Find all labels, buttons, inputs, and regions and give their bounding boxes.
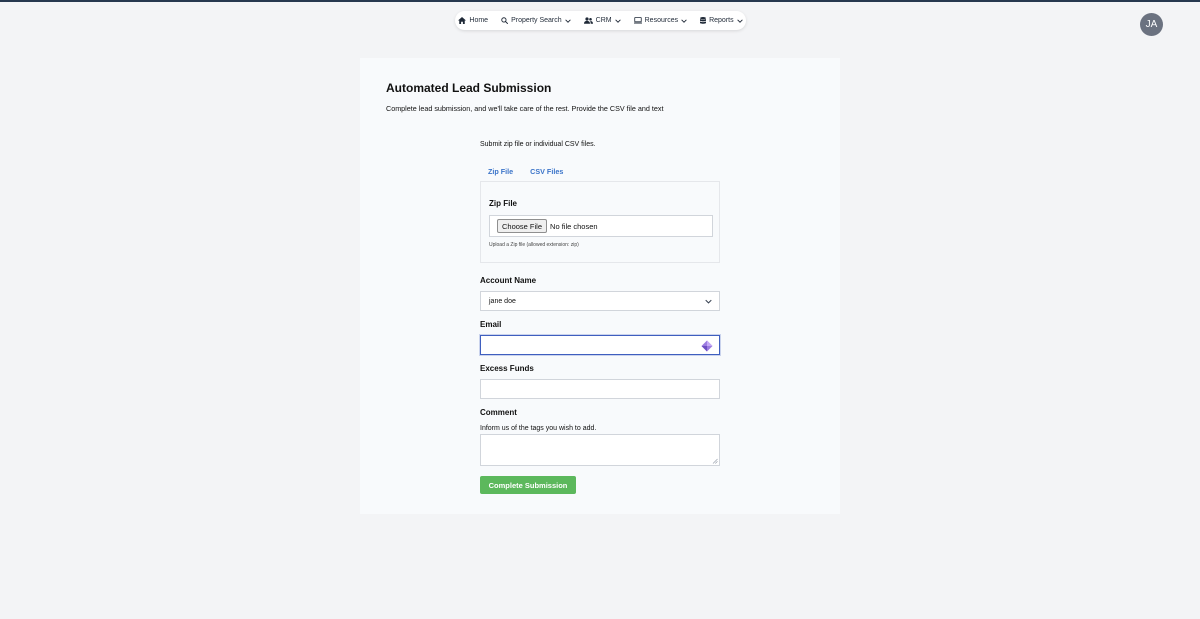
page-subtitle: Complete lead submission, and we'll take… bbox=[386, 104, 664, 113]
nav-resources[interactable]: Resources bbox=[633, 17, 687, 24]
chevron-down-icon bbox=[681, 18, 687, 23]
upload-tabs: Zip File CSV Files bbox=[488, 167, 563, 176]
chevron-down-icon bbox=[564, 18, 571, 23]
tab-csv-files[interactable]: CSV Files bbox=[530, 167, 563, 176]
resize-grip-icon[interactable] bbox=[712, 458, 718, 464]
nav-crm-label: CRM bbox=[595, 17, 612, 24]
user-avatar[interactable]: JA bbox=[1140, 13, 1163, 36]
zip-upload-panel: Zip File Choose File No file chosen Uplo… bbox=[480, 181, 720, 263]
excess-funds-field[interactable] bbox=[480, 379, 720, 399]
email-label: Email bbox=[480, 320, 502, 329]
nav-crm[interactable]: CRM bbox=[583, 17, 621, 24]
zip-file-input[interactable]: Choose File No file chosen bbox=[489, 215, 713, 237]
users-icon bbox=[583, 17, 593, 24]
account-name-value: jane doe bbox=[489, 297, 516, 305]
nav-home[interactable]: Home bbox=[458, 17, 488, 24]
nav-reports[interactable]: Reports bbox=[700, 17, 743, 24]
choose-file-button[interactable]: Choose File bbox=[497, 219, 548, 233]
account-name-select[interactable]: jane doe bbox=[480, 291, 720, 311]
zip-file-help: Upload a Zip file (allowed extension: zi… bbox=[489, 242, 579, 248]
top-accent-bar bbox=[0, 0, 1200, 2]
nav-reports-label: Reports bbox=[709, 17, 734, 24]
nav-resources-label: Resources bbox=[644, 17, 679, 24]
main-navigation: Home Property Search CRM Resources Repor… bbox=[455, 11, 746, 30]
comment-textarea[interactable] bbox=[480, 434, 720, 466]
upload-hint: Submit zip file or individual CSV files. bbox=[480, 141, 596, 148]
chevron-down-icon bbox=[614, 18, 621, 23]
nav-property-search-label: Property Search bbox=[511, 17, 562, 24]
excess-funds-label: Excess Funds bbox=[480, 364, 534, 373]
chevron-down-icon bbox=[705, 299, 712, 304]
avatar-initials: JA bbox=[1145, 19, 1158, 30]
page-title: Automated Lead Submission bbox=[386, 81, 552, 95]
monitor-icon bbox=[633, 17, 642, 24]
nav-home-label: Home bbox=[469, 17, 489, 24]
comment-label: Comment bbox=[480, 408, 517, 417]
comment-help: Inform us of the tags you wish to add. bbox=[480, 425, 597, 432]
complete-submission-button[interactable]: Complete Submission bbox=[480, 476, 576, 494]
email-field[interactable] bbox=[480, 335, 720, 355]
home-icon bbox=[458, 17, 467, 24]
nav-property-search[interactable]: Property Search bbox=[501, 17, 571, 24]
file-status: No file chosen bbox=[550, 221, 598, 231]
password-manager-icon[interactable] bbox=[701, 340, 713, 352]
database-icon bbox=[700, 17, 707, 24]
zip-file-label: Zip File bbox=[489, 199, 517, 208]
lead-submission-card: Automated Lead Submission Complete lead … bbox=[360, 58, 840, 514]
account-name-label: Account Name bbox=[480, 276, 537, 285]
search-icon bbox=[501, 17, 509, 24]
chevron-down-icon bbox=[736, 18, 743, 23]
tab-zip-file[interactable]: Zip File bbox=[488, 167, 513, 176]
